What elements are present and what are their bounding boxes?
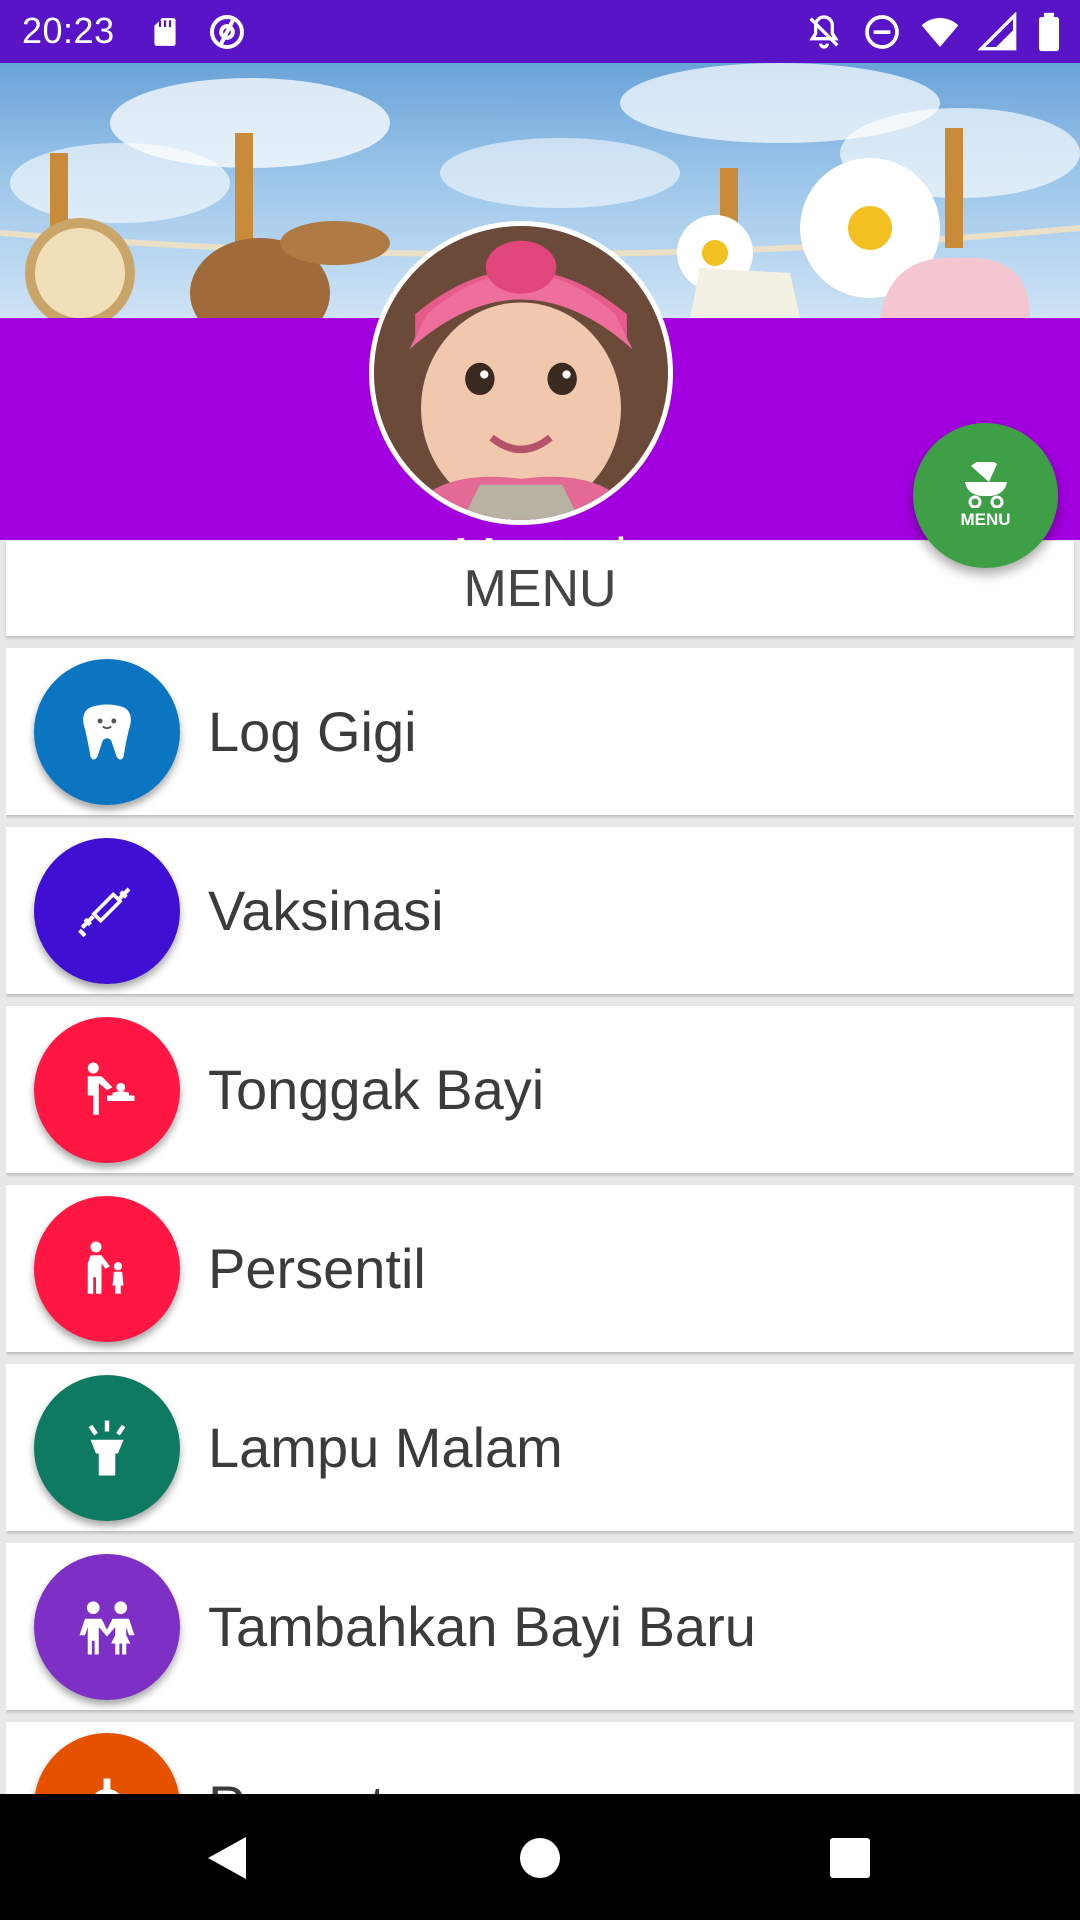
- baby-photo: [374, 226, 668, 520]
- menu-list[interactable]: Log Gigi Vaksinasi Tonggak Bayi Persenti…: [6, 648, 1074, 1794]
- wifi-icon: [921, 18, 959, 47]
- menu-item-label: Vaksinasi: [208, 879, 444, 942]
- signal-icon: [978, 12, 1017, 51]
- menu-item-label: Tonggak Bayi: [208, 1058, 545, 1121]
- menu-item-label: Persentil: [208, 1237, 426, 1300]
- home-icon[interactable]: [508, 1826, 572, 1890]
- sd-card-icon: [152, 15, 178, 49]
- status-bar: 20:23: [0, 0, 1080, 63]
- menu-item-label: Lampu Malam: [208, 1416, 563, 1479]
- settings-icon: [34, 1733, 180, 1794]
- parent-child-icon: [34, 1196, 180, 1342]
- recents-icon[interactable]: [818, 1826, 882, 1890]
- children-icon: [34, 1554, 180, 1700]
- menu-item-tambahkan-bayi-baru[interactable]: Tambahkan Bayi Baru: [6, 1543, 1074, 1710]
- menu-item-label: Tambahkan Bayi Baru: [208, 1595, 756, 1658]
- menu-item-pengaturan[interactable]: Pengaturan: [6, 1722, 1074, 1794]
- at-sign-icon: [210, 15, 244, 49]
- fab-label: MENU: [960, 509, 1011, 529]
- baby-changing-icon: [34, 1017, 180, 1163]
- menu-item-tonggak-bayi[interactable]: Tonggak Bayi: [6, 1006, 1074, 1173]
- tooth-icon: [34, 659, 180, 805]
- back-icon[interactable]: [194, 1826, 258, 1890]
- menu-title: MENU: [6, 541, 1074, 636]
- do-not-disturb-icon: [865, 15, 899, 49]
- status-time: 20:23: [22, 10, 115, 51]
- notifications-off-icon: [809, 15, 839, 49]
- menu-item-log-gigi[interactable]: Log Gigi: [6, 648, 1074, 815]
- baby-stroller-icon: [964, 461, 1007, 508]
- syringe-icon: [34, 838, 180, 984]
- navigation-bar: [0, 1794, 1080, 1920]
- menu-fab-button[interactable]: MENU: [913, 423, 1058, 568]
- baby-avatar[interactable]: [369, 221, 673, 525]
- menu-item-vaksinasi[interactable]: Vaksinasi: [6, 827, 1074, 994]
- menu-item-label: Pengaturan: [208, 1722, 498, 1794]
- flashlight-icon: [34, 1375, 180, 1521]
- menu-item-persentil[interactable]: Persentil: [6, 1185, 1074, 1352]
- menu-item-label: Log Gigi: [208, 700, 417, 763]
- menu-item-lampu-malam[interactable]: Lampu Malam: [6, 1364, 1074, 1531]
- battery-icon: [1039, 12, 1059, 52]
